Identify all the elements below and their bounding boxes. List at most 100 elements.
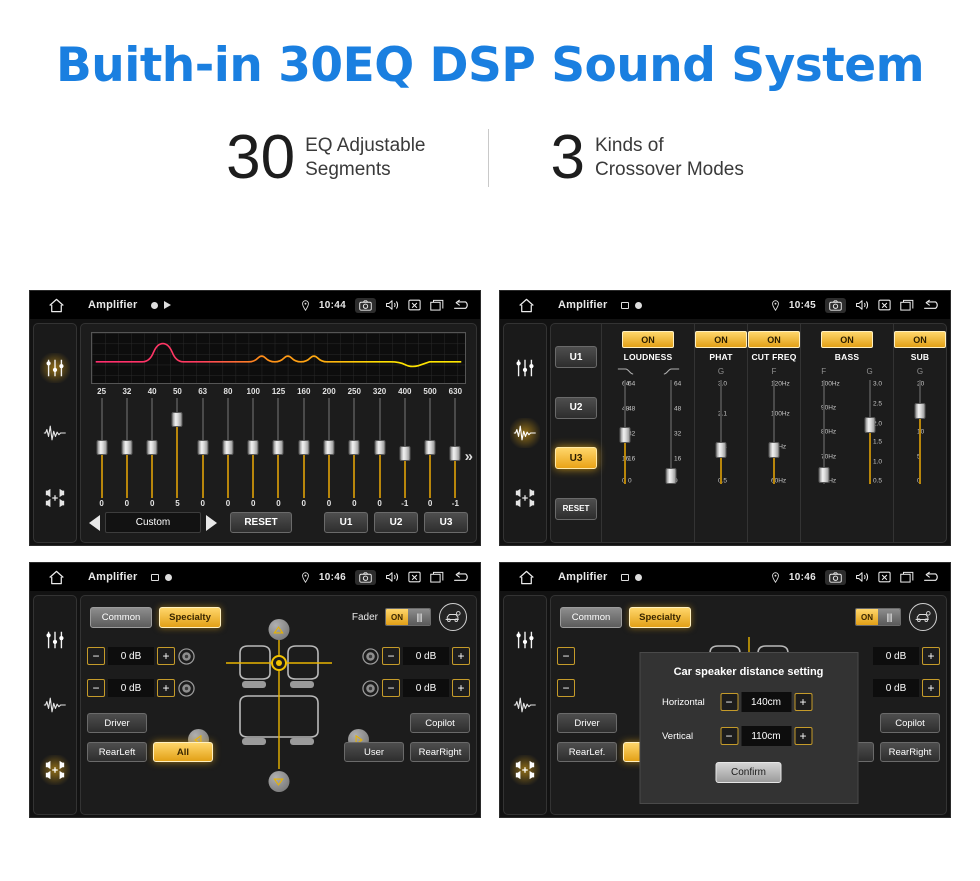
sidebar-item-waveform[interactable] <box>40 418 70 448</box>
increase-button[interactable]: + <box>157 679 175 697</box>
sidebar-item-eq[interactable] <box>510 353 540 383</box>
decrease-button[interactable]: − <box>87 679 105 697</box>
close-box-icon[interactable] <box>408 299 421 311</box>
recent-apps-icon[interactable] <box>900 571 914 583</box>
back-arrow-icon[interactable] <box>923 299 942 312</box>
seat-button-driver[interactable]: Driver <box>557 713 617 733</box>
tab-specialty[interactable]: Specialty <box>629 606 691 628</box>
volume-icon[interactable] <box>855 571 869 583</box>
loudness-slider-1[interactable]: 64 48 32 16 0 64 <box>602 380 648 484</box>
preset-u1-button[interactable]: U1 <box>324 512 368 533</box>
camera-icon[interactable] <box>355 297 376 313</box>
decrease-button[interactable]: − <box>557 647 575 665</box>
recent-apps-icon[interactable] <box>430 571 444 583</box>
sidebar-item-balance[interactable] <box>510 483 540 513</box>
reset-button[interactable]: RESET <box>555 497 597 520</box>
seat-button-copilot[interactable]: Copilot <box>410 713 470 733</box>
car-settings-button[interactable] <box>909 603 937 631</box>
back-arrow-icon[interactable] <box>453 299 472 312</box>
eq-slider[interactable] <box>89 398 114 498</box>
increase-button[interactable]: + <box>452 647 470 665</box>
eq-slider[interactable] <box>165 398 190 498</box>
sidebar-item-waveform[interactable] <box>40 690 70 720</box>
nav-down-button[interactable] <box>268 771 289 792</box>
sidebar-item-waveform[interactable] <box>510 690 540 720</box>
sub-on-button[interactable]: ON <box>894 331 946 348</box>
seat-button-driver[interactable]: Driver <box>87 713 147 733</box>
eq-slider[interactable] <box>367 398 392 498</box>
eq-slider[interactable] <box>140 398 165 498</box>
seat-button-rearright[interactable]: RearRight <box>410 742 470 762</box>
recent-apps-icon[interactable] <box>900 299 914 311</box>
decrease-button[interactable]: − <box>720 693 738 711</box>
close-box-icon[interactable] <box>878 571 891 583</box>
seat-button-user[interactable]: User <box>344 742 404 762</box>
increase-button[interactable]: + <box>922 679 940 697</box>
close-box-icon[interactable] <box>408 571 421 583</box>
decrease-button[interactable]: − <box>87 647 105 665</box>
decrease-button[interactable]: − <box>382 679 400 697</box>
loudness-on-button[interactable]: ON <box>622 331 674 348</box>
eq-slider[interactable] <box>266 398 291 498</box>
fader-toggle[interactable]: ON |||| <box>855 608 901 626</box>
preset-u3-button[interactable]: U3 <box>555 447 597 470</box>
seat-button-copilot[interactable]: Copilot <box>880 713 940 733</box>
confirm-button[interactable]: Confirm <box>715 762 782 783</box>
phat-on-button[interactable]: ON <box>695 331 747 348</box>
home-icon[interactable] <box>38 298 74 313</box>
eq-slider[interactable] <box>417 398 442 498</box>
sidebar-item-balance[interactable] <box>510 754 540 785</box>
phat-gain-slider[interactable]: 3.0 2.1 1.3 0.5 <box>698 380 744 484</box>
decrease-button[interactable]: − <box>557 679 575 697</box>
home-icon[interactable] <box>508 298 544 313</box>
eq-expand-chevron-icon[interactable]: » <box>465 448 473 465</box>
recent-apps-icon[interactable] <box>430 299 444 311</box>
increase-button[interactable]: + <box>922 647 940 665</box>
cutfreq-slider[interactable]: 120Hz 100Hz 80Hz 60Hz <box>751 380 797 484</box>
sidebar-item-balance[interactable] <box>40 754 70 785</box>
preset-prev-button[interactable] <box>89 514 100 531</box>
fader-toggle[interactable]: ON |||| <box>385 608 431 626</box>
camera-icon[interactable] <box>355 569 376 585</box>
eq-slider[interactable] <box>392 398 417 498</box>
tab-specialty[interactable]: Specialty <box>159 606 221 628</box>
camera-icon[interactable] <box>825 297 846 313</box>
seat-button-rearright[interactable]: RearRight <box>880 742 940 762</box>
nav-up-button[interactable] <box>268 619 289 640</box>
increase-button[interactable]: + <box>794 693 812 711</box>
loudness-slider-2[interactable]: 64 48 32 16 0 <box>648 380 694 485</box>
bass-freq-slider[interactable]: 100Hz 90Hz 80Hz 70Hz 60Hz <box>801 380 847 484</box>
reset-button[interactable]: RESET <box>230 512 292 533</box>
sidebar-item-eq[interactable] <box>40 353 70 384</box>
seat-button-all[interactable]: All <box>153 742 213 762</box>
sidebar-item-eq[interactable] <box>40 625 70 655</box>
bass-on-button[interactable]: ON <box>821 331 873 348</box>
bass-gain-slider[interactable]: 3.0 2.5 2.0 1.5 1.0 0.5 <box>847 380 893 484</box>
sidebar-item-waveform[interactable] <box>510 417 540 448</box>
eq-slider[interactable] <box>114 398 139 498</box>
volume-icon[interactable] <box>385 299 399 311</box>
camera-icon[interactable] <box>825 569 846 585</box>
close-box-icon[interactable] <box>878 299 891 311</box>
cutfreq-on-button[interactable]: ON <box>748 331 800 348</box>
seat-button-rearleft[interactable]: RearLeft <box>87 742 147 762</box>
increase-button[interactable]: + <box>157 647 175 665</box>
eq-slider[interactable] <box>190 398 215 498</box>
home-icon[interactable] <box>38 570 74 585</box>
eq-slider[interactable] <box>215 398 240 498</box>
preset-name-display[interactable]: Custom <box>105 512 201 533</box>
seat-button-rearleft[interactable]: RearLef. <box>557 742 617 762</box>
preset-u2-button[interactable]: U2 <box>374 512 418 533</box>
sidebar-item-balance[interactable] <box>40 483 70 513</box>
back-arrow-icon[interactable] <box>453 571 472 584</box>
back-arrow-icon[interactable] <box>923 571 942 584</box>
decrease-button[interactable]: − <box>382 647 400 665</box>
preset-next-button[interactable] <box>206 514 217 531</box>
home-icon[interactable] <box>508 570 544 585</box>
increase-button[interactable]: + <box>452 679 470 697</box>
sub-gain-slider[interactable]: 20 15 10 5 0 <box>897 380 943 484</box>
preset-u1-button[interactable]: U1 <box>555 346 597 369</box>
sidebar-item-eq[interactable] <box>510 625 540 655</box>
tab-common[interactable]: Common <box>90 606 152 628</box>
preset-u3-button[interactable]: U3 <box>424 512 468 533</box>
